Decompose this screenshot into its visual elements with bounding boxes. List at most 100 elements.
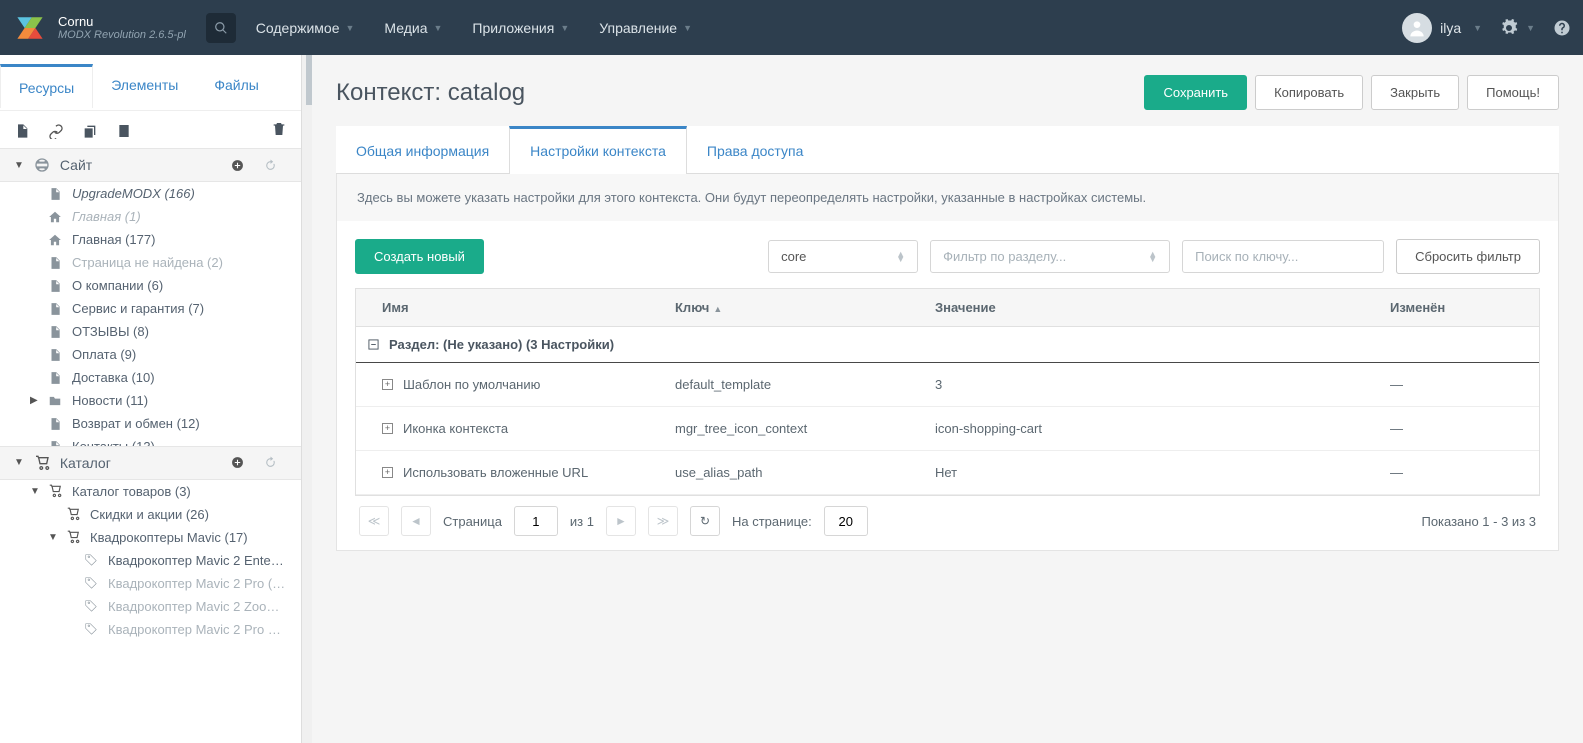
brand-title: Cornu <box>58 14 186 29</box>
col-key[interactable]: Ключ▲ <box>661 289 921 326</box>
tree-node[interactable]: ▼Каталог товаров (3) <box>0 480 301 503</box>
tree-node[interactable]: UpgradeMODX (166) <box>0 182 301 205</box>
nav-content[interactable]: Содержимое▼ <box>256 20 355 36</box>
search-input[interactable] <box>1182 240 1384 273</box>
prev-page-button[interactable]: ◄ <box>401 506 431 536</box>
user-icon <box>1407 18 1427 38</box>
tree-node[interactable]: ▶Новости (11) <box>0 389 301 412</box>
splitter-handle[interactable] <box>306 55 312 105</box>
panel-description: Здесь вы можете указать настройки для эт… <box>337 174 1558 221</box>
table-row[interactable]: +Использовать вложенные URLuse_alias_pat… <box>356 451 1539 495</box>
trash-icon[interactable] <box>271 121 287 137</box>
table-row[interactable]: +Шаблон по умолчаниюdefault_template3— <box>356 363 1539 407</box>
tree-node[interactable]: Квадрокоптер Mavic 2 Pro (174 <box>0 572 301 595</box>
refresh-button[interactable]: ↻ <box>690 506 720 536</box>
per-page-input[interactable] <box>824 506 868 536</box>
pager: ≪ ◄ Страница из 1 ► ≫ ↻ На странице: Пок… <box>355 496 1540 540</box>
namespace-combo[interactable]: core▲▼ <box>768 240 918 273</box>
close-button[interactable]: Закрыть <box>1371 75 1459 110</box>
col-modified[interactable]: Изменён <box>1376 289 1539 326</box>
add-icon[interactable] <box>231 456 244 469</box>
page-title: Контекст: catalog <box>336 79 1144 107</box>
tab-elements[interactable]: Элементы <box>93 67 196 110</box>
cart-icon <box>48 484 62 498</box>
static-doc-icon[interactable] <box>116 123 132 139</box>
tab-resources[interactable]: Ресурсы <box>0 64 93 108</box>
expand-row-icon[interactable]: + <box>382 423 393 434</box>
home-icon <box>48 210 62 224</box>
tree-node[interactable]: Квадрокоптер Mavic 2 Enterprise <box>0 549 301 572</box>
search-icon <box>214 21 228 35</box>
home-icon <box>48 233 62 247</box>
chevron-down-icon: ▼ <box>14 160 24 171</box>
copy-icon[interactable] <box>82 123 98 139</box>
chevron-down-icon: ▼ <box>14 457 24 468</box>
new-link-icon[interactable] <box>48 123 64 139</box>
tree-node[interactable]: Скидки и акции (26) <box>0 503 301 526</box>
splitter[interactable] <box>302 55 312 743</box>
search-button[interactable] <box>206 13 236 43</box>
table-row[interactable]: +Иконка контекстаmgr_tree_icon_contextic… <box>356 407 1539 451</box>
next-page-button[interactable]: ► <box>606 506 636 536</box>
last-page-button[interactable]: ≫ <box>648 506 678 536</box>
sidebar-tabs: Ресурсы Элементы Файлы <box>0 55 301 111</box>
first-page-button[interactable]: ≪ <box>359 506 389 536</box>
section-site[interactable]: ▼ Сайт <box>0 148 301 182</box>
tree-node[interactable]: ОТЗЫВЫ (8) <box>0 320 301 343</box>
settings-menu[interactable]: ▼ <box>1500 19 1535 37</box>
file-icon <box>48 256 62 270</box>
brand-subtitle: MODX Revolution 2.6.5-pl <box>58 29 186 41</box>
tree-node[interactable]: Оплата (9) <box>0 343 301 366</box>
expand-icon[interactable]: ▼ <box>48 532 60 543</box>
ctx-tab-general[interactable]: Общая информация <box>336 126 509 173</box>
tree-node[interactable]: Страница не найдена (2) <box>0 251 301 274</box>
tag-icon <box>84 599 98 613</box>
reset-filter-button[interactable]: Сбросить фильтр <box>1396 239 1540 274</box>
logo[interactable]: Cornu MODX Revolution 2.6.5-pl <box>12 10 186 46</box>
cart-icon <box>66 507 80 521</box>
tree-node[interactable]: Главная (177) <box>0 228 301 251</box>
modx-logo-icon <box>12 10 48 46</box>
file-icon <box>48 348 62 362</box>
user-menu[interactable]: ilya ▼ <box>1402 13 1482 43</box>
col-value[interactable]: Значение <box>921 289 1376 326</box>
add-icon[interactable] <box>231 159 244 172</box>
col-name[interactable]: Имя <box>356 289 661 326</box>
expand-icon[interactable]: ▶ <box>30 395 42 406</box>
tree-node[interactable]: Возврат и обмен (12) <box>0 412 301 435</box>
nav-manage[interactable]: Управление▼ <box>599 20 692 36</box>
refresh-icon[interactable] <box>264 159 277 172</box>
context-tabs: Общая информация Настройки контекста Пра… <box>336 126 1559 174</box>
area-filter-combo[interactable]: Фильтр по разделу...▲▼ <box>930 240 1170 273</box>
group-row[interactable]: Раздел: (Не указано) (3 Настройки) <box>356 327 1539 363</box>
tree-node[interactable]: Квадрокоптер Mavic 2 Pro Fly M <box>0 618 301 641</box>
tree-node[interactable]: Контакты (13) <box>0 435 301 446</box>
tree-node[interactable]: Главная (1) <box>0 205 301 228</box>
nav-media[interactable]: Медиа▼ <box>384 20 442 36</box>
nav-menu: Содержимое▼ Медиа▼ Приложения▼ Управлени… <box>256 20 1402 36</box>
expand-icon[interactable]: ▼ <box>30 486 42 497</box>
section-catalog[interactable]: ▼ Каталог <box>0 446 301 480</box>
file-icon <box>48 371 62 385</box>
copy-button[interactable]: Копировать <box>1255 75 1363 110</box>
page-input[interactable] <box>514 506 558 536</box>
main: Контекст: catalog Сохранить Копировать З… <box>312 55 1583 743</box>
save-button[interactable]: Сохранить <box>1144 75 1247 110</box>
new-doc-icon[interactable] <box>14 123 30 139</box>
tab-files[interactable]: Файлы <box>196 67 276 110</box>
nav-apps[interactable]: Приложения▼ <box>472 20 569 36</box>
ctx-tab-settings[interactable]: Настройки контекста <box>509 126 687 174</box>
help-button[interactable]: Помощь! <box>1467 75 1559 110</box>
tree-node[interactable]: Сервис и гарантия (7) <box>0 297 301 320</box>
tree-node[interactable]: Доставка (10) <box>0 366 301 389</box>
create-new-button[interactable]: Создать новый <box>355 239 484 274</box>
expand-row-icon[interactable]: + <box>382 467 393 478</box>
tree-node[interactable]: О компании (6) <box>0 274 301 297</box>
tree-node[interactable]: ▼Квадрокоптеры Mavic (17) <box>0 526 301 549</box>
help-icon[interactable] <box>1553 19 1571 37</box>
ctx-tab-access[interactable]: Права доступа <box>687 126 823 173</box>
refresh-icon[interactable] <box>264 456 277 469</box>
globe-icon <box>34 157 50 173</box>
tree-node[interactable]: Квадрокоптер Mavic 2 Zoom (17 <box>0 595 301 618</box>
expand-row-icon[interactable]: + <box>382 379 393 390</box>
